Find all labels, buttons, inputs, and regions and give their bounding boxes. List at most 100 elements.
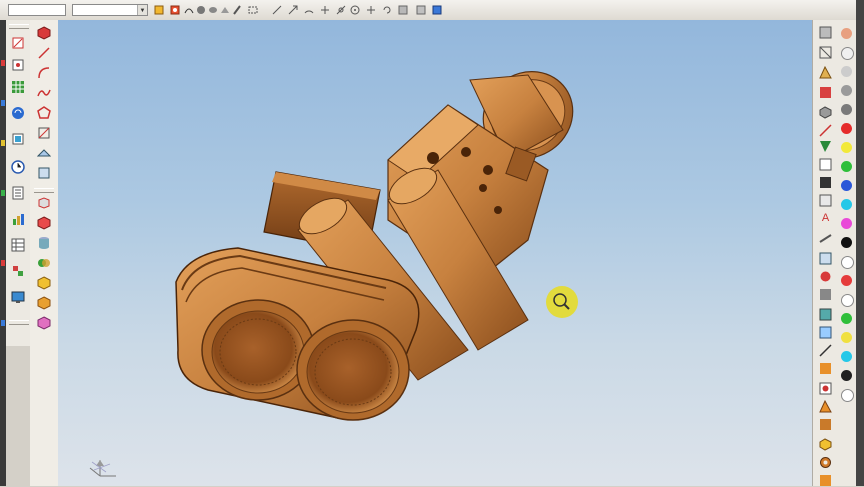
color-swatch[interactable] [841,123,852,134]
color-swatch[interactable] [841,218,852,229]
section-icon[interactable] [819,158,832,171]
trim-icon[interactable] [37,126,51,140]
material-icon[interactable] [819,66,832,79]
color-swatch[interactable] [841,351,852,362]
color-swatch[interactable] [841,313,852,324]
line-icon[interactable] [37,46,51,60]
shell-icon[interactable] [11,106,25,120]
ellipse-icon[interactable] [208,5,218,15]
color-swatch[interactable] [841,85,852,96]
red-sphere-icon[interactable] [819,270,832,283]
render-icon[interactable] [416,5,426,15]
teal-block-icon[interactable] [819,308,832,321]
shade-icon[interactable] [819,26,832,39]
text-icon[interactable]: A [819,212,832,225]
measure-icon[interactable] [819,232,832,245]
yellow-cube-icon[interactable] [819,438,832,451]
axis-icon[interactable] [336,5,346,15]
mesh-icon[interactable] [819,474,832,487]
color-swatch[interactable] [841,332,852,343]
fit-view-icon[interactable] [398,5,408,15]
color-palette [838,20,856,486]
app-marker [1,320,5,326]
pattern-icon[interactable] [819,382,832,395]
cube-red-icon[interactable] [37,26,51,40]
toolbar-grip[interactable] [9,24,29,29]
color-swatch[interactable] [841,28,852,39]
move-icon[interactable] [320,5,330,15]
black-cube-icon[interactable] [819,176,832,189]
spline-icon[interactable] [37,86,51,100]
snap-icon[interactable] [154,5,164,15]
fillet-icon[interactable] [37,276,51,290]
chamfer-icon[interactable] [37,296,51,310]
select-box-icon[interactable] [248,5,258,15]
gear-icon[interactable] [819,456,832,469]
fold-icon[interactable] [819,400,832,413]
brush-icon[interactable] [232,5,242,15]
cube-icon[interactable] [819,106,832,119]
color-swatch[interactable] [841,47,854,60]
color-swatch[interactable] [841,389,854,402]
table-icon[interactable] [11,238,25,252]
arc-tool-icon[interactable] [304,5,314,15]
knife-icon[interactable] [819,344,832,357]
chevron-down-icon[interactable]: ▼ [137,5,147,15]
edge-icon[interactable] [819,124,832,137]
color-swatch[interactable] [841,370,852,381]
assembly-icon[interactable] [11,264,25,278]
offset-icon[interactable] [37,166,51,180]
texture-icon[interactable] [819,194,832,207]
sketch-icon[interactable] [11,36,25,50]
color-swatch[interactable] [841,294,854,307]
color-swatch[interactable] [841,161,852,172]
model-canvas[interactable] [58,20,812,486]
gray-block-icon[interactable] [819,288,832,301]
color-swatch[interactable] [841,199,852,210]
color-swatch[interactable] [841,256,854,269]
color-swatch[interactable] [841,180,852,191]
arc-icon[interactable] [37,66,51,80]
box-icon[interactable] [37,216,51,230]
light-icon[interactable] [819,86,832,99]
filter-combo[interactable]: ▼ [72,4,148,16]
toolbar-grip[interactable] [9,320,29,325]
cross-icon[interactable] [366,5,376,15]
color-swatch[interactable] [841,66,852,77]
rotate-icon[interactable] [382,5,392,15]
point-icon[interactable] [170,5,180,15]
orange-part-icon[interactable] [819,362,832,375]
left-combo[interactable] [8,4,66,16]
chart-icon[interactable] [11,212,25,226]
surface-icon[interactable] [220,5,230,15]
sphere-icon[interactable] [196,5,206,15]
color-swatch[interactable] [841,275,852,286]
orange-solid-icon[interactable] [819,418,832,431]
cylinder-icon[interactable] [37,236,51,250]
shell-solid-icon[interactable] [37,316,51,330]
3d-viewport[interactable] [58,20,812,486]
color-swatch[interactable] [841,237,852,248]
node-icon[interactable] [11,58,25,72]
arrow-tool-icon[interactable] [288,5,298,15]
list-icon[interactable] [11,186,25,200]
blue-block-icon[interactable] [819,326,832,339]
curve-icon[interactable] [184,5,194,15]
toolbar-grip[interactable] [34,188,54,193]
color-swatch[interactable] [841,104,852,115]
display-icon[interactable] [11,290,25,304]
duplicate-icon[interactable] [11,132,25,146]
extrude-icon[interactable] [37,196,51,210]
view-cube-icon[interactable] [432,5,442,15]
clock-icon[interactable] [11,160,25,174]
polygon-icon[interactable] [37,106,51,120]
wire-icon[interactable] [819,46,832,59]
boolean-icon[interactable] [37,256,51,270]
color-swatch[interactable] [841,142,852,153]
grid-icon[interactable] [11,80,25,94]
target-icon[interactable] [350,5,360,15]
face-icon[interactable] [819,140,832,153]
line-tool-icon[interactable] [272,5,282,15]
project-icon[interactable] [37,146,51,160]
note-icon[interactable] [819,252,832,265]
